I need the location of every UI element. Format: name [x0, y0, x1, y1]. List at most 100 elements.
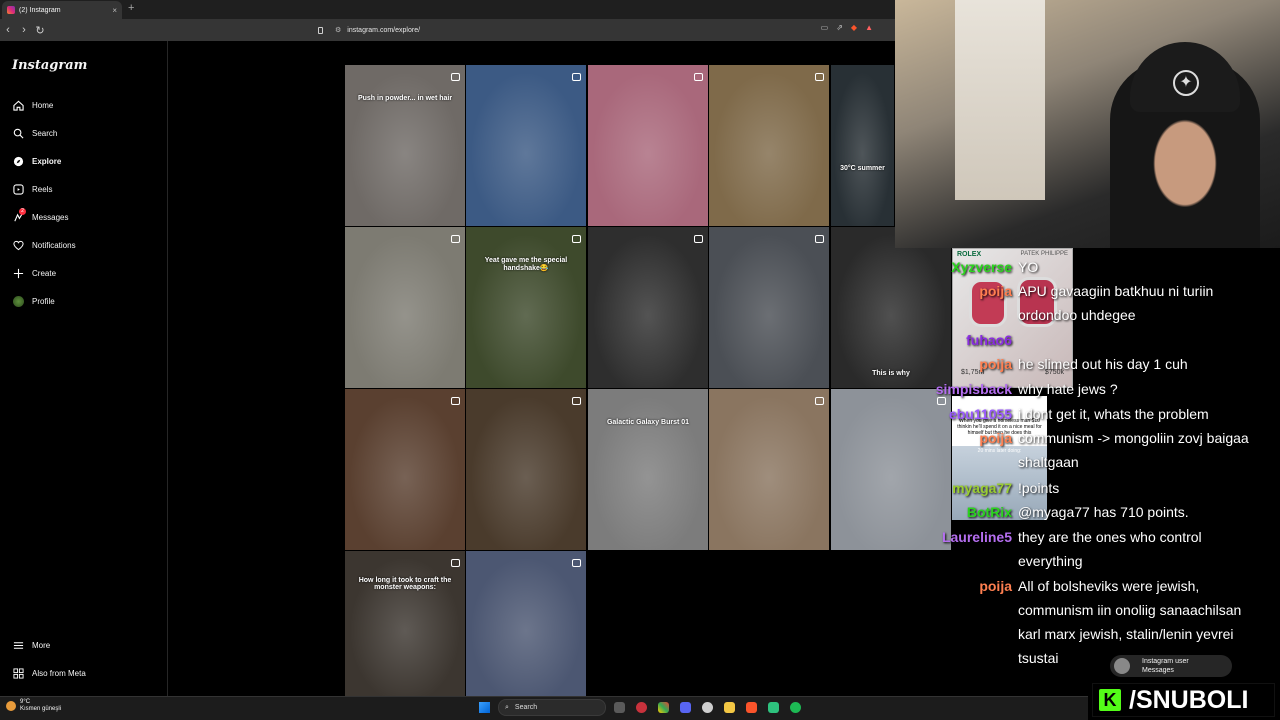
- rewards-icon[interactable]: ▲: [865, 23, 873, 32]
- file-explorer-icon[interactable]: [724, 702, 735, 713]
- sidebar-item-label: Also from Meta: [32, 668, 86, 678]
- weather-widget[interactable]: 9°C Kısmen güneşli: [6, 699, 61, 713]
- brave-icon[interactable]: [746, 702, 757, 713]
- explore-tile[interactable]: Yeat gave me the special handshake😂: [466, 227, 586, 388]
- chat-message: myaga77 !points: [930, 476, 1250, 500]
- explore-tile[interactable]: Galactic Galaxy Burst 01: [588, 389, 708, 550]
- sidebar-item-label: Search: [32, 128, 58, 138]
- browser-tab[interactable]: (2) Instagram ×: [2, 1, 122, 19]
- chat-text: YO: [1018, 259, 1039, 275]
- tile-caption: Yeat gave me the special handshake😂: [484, 257, 568, 272]
- tab-close-icon[interactable]: ×: [112, 6, 117, 15]
- sidebar-item-notifications[interactable]: Notifications: [12, 239, 76, 251]
- forward-icon[interactable]: ›: [16, 24, 32, 36]
- new-tab-button[interactable]: +: [128, 2, 134, 14]
- bookmark-icon[interactable]: [318, 26, 323, 34]
- insta-messages-label: Messages: [1142, 667, 1174, 674]
- explore-tile[interactable]: [345, 227, 465, 388]
- share-icon[interactable]: ⇗: [836, 23, 843, 32]
- sidebar-item-meta[interactable]: Also from Meta: [12, 667, 86, 679]
- explore-tile[interactable]: [709, 389, 829, 550]
- brave-shield-icon[interactable]: ◆: [851, 23, 857, 32]
- sidebar-item-explore[interactable]: Explore: [12, 155, 61, 167]
- chat-message: simpisback why hate jews ?: [930, 377, 1250, 401]
- chat-username[interactable]: Laureline5: [930, 525, 1018, 573]
- explore-tile[interactable]: [588, 65, 708, 226]
- reel-icon: [815, 235, 824, 243]
- url-field[interactable]: ⚙ instagram.com/explore/: [318, 21, 878, 39]
- explore-tile[interactable]: [466, 389, 586, 550]
- chat-username[interactable]: poija: [930, 279, 1018, 327]
- explore-tile[interactable]: [709, 227, 829, 388]
- explore-tile[interactable]: [466, 551, 586, 696]
- site-info-icon[interactable]: ⚙: [335, 26, 341, 34]
- sidebar-item-profile[interactable]: Profile: [12, 295, 55, 307]
- back-icon[interactable]: ‹: [0, 24, 16, 36]
- instagram-messages-pill[interactable]: Instagram user Messages: [1110, 655, 1232, 677]
- spotify-icon[interactable]: [790, 702, 801, 713]
- tab-title: (2) Instagram: [19, 6, 61, 14]
- sidebar-item-reels[interactable]: Reels: [12, 183, 52, 195]
- chat-username[interactable]: simpisback: [930, 377, 1018, 401]
- heart-icon: [12, 239, 24, 251]
- chat-username[interactable]: poija: [930, 426, 1018, 474]
- reel-icon: [451, 559, 460, 567]
- reload-icon[interactable]: ↻: [32, 24, 48, 37]
- insta-user-label: Instagram user: [1142, 658, 1189, 665]
- reel-icon: [815, 397, 824, 405]
- sidebar-item-label: Profile: [32, 296, 55, 306]
- sidebar-item-label: Create: [32, 268, 57, 278]
- chat-username[interactable]: fuhao6: [930, 328, 1018, 352]
- taskbar-search[interactable]: ⌕ Search: [498, 699, 606, 716]
- chat-username[interactable]: ebu11055: [930, 402, 1018, 426]
- reel-icon: [572, 235, 581, 243]
- sidebar-item-messages[interactable]: 2 Messages: [12, 208, 69, 223]
- reel-icon: [694, 73, 703, 81]
- chat-username[interactable]: Xyzverse: [930, 255, 1018, 279]
- settings-icon[interactable]: [702, 702, 713, 713]
- messenger-icon: 2: [12, 208, 26, 223]
- weather-desc: Kısmen güneşli: [20, 706, 62, 712]
- explore-tile[interactable]: How long it took to craft the monster we…: [345, 551, 465, 696]
- sidebar-item-home[interactable]: Home: [12, 99, 53, 111]
- explore-tile[interactable]: 30°C summer: [831, 65, 894, 226]
- sidebar-item-label: More: [32, 640, 51, 650]
- chat-message: ebu11055 i dont get it, whats the problem: [930, 402, 1250, 426]
- search-icon: [12, 127, 24, 139]
- windows-start-icon[interactable]: [479, 702, 490, 713]
- watermark-text: /SNUBOLI: [1129, 685, 1249, 714]
- chat-username[interactable]: poija: [930, 574, 1018, 670]
- chat-username[interactable]: poija: [930, 352, 1018, 376]
- avatar-icon: [12, 295, 24, 307]
- chat-username[interactable]: BotRix: [930, 500, 1018, 524]
- chrome-icon[interactable]: [658, 702, 669, 713]
- explore-tile[interactable]: Push in powder... in wet hair: [345, 65, 465, 226]
- chat-username[interactable]: myaga77: [930, 476, 1018, 500]
- opera-icon[interactable]: [636, 702, 647, 713]
- instagram-logo[interactable]: Instagram: [12, 58, 87, 73]
- sidebar-item-more[interactable]: More: [12, 639, 50, 651]
- reel-icon: [815, 73, 824, 81]
- instagram-sidebar: [0, 41, 168, 696]
- explore-tile[interactable]: [709, 65, 829, 226]
- discord-icon[interactable]: [680, 702, 691, 713]
- cast-icon[interactable]: ▭: [821, 23, 829, 32]
- explore-tile[interactable]: [345, 389, 465, 550]
- address-bar: ‹ › ↻ ⚙ instagram.com/explore/ ▭ ⇗ ◆ ▲: [0, 19, 895, 41]
- explore-tile[interactable]: [588, 227, 708, 388]
- chat-text: they are the ones who control everything: [1018, 529, 1202, 569]
- chat-message: Xyzverse YO: [930, 255, 1250, 279]
- chat-message: Laureline5 they are the ones who control …: [930, 525, 1250, 573]
- chat-text: !points: [1018, 480, 1060, 496]
- sidebar-item-search[interactable]: Search: [12, 127, 57, 139]
- chat-message: BotRix @myaga77 has 710 points.: [930, 500, 1250, 524]
- app-icon[interactable]: [768, 702, 779, 713]
- sidebar-item-label: Messages: [32, 212, 69, 222]
- sidebar-item-label: Home: [32, 100, 54, 110]
- explore-tile[interactable]: [466, 65, 586, 226]
- plus-icon: [12, 267, 24, 279]
- weather-temp: 9°C: [20, 699, 31, 705]
- sidebar-item-create[interactable]: Create: [12, 267, 56, 279]
- task-view-icon[interactable]: [614, 702, 625, 713]
- chat-text: why hate jews ?: [1018, 381, 1118, 397]
